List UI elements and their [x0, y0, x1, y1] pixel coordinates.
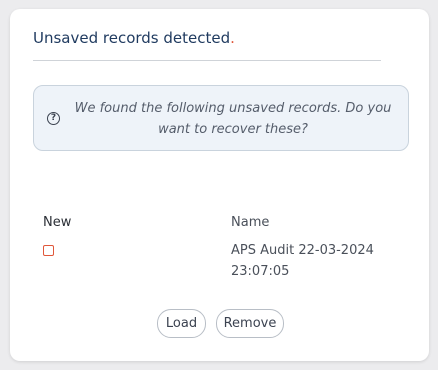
load-button[interactable]: Load [157, 309, 206, 338]
unsaved-records-dialog: Unsaved records detected. ? We found the… [10, 9, 429, 361]
record-name: APS Audit 22-03-2024 23:07:05 [231, 243, 374, 279]
record-select-checkbox[interactable] [43, 245, 54, 256]
dialog-title: Unsaved records detected. [33, 29, 235, 47]
column-header-name: Name [231, 215, 270, 230]
dialog-title-text: Unsaved records detected [33, 29, 231, 47]
info-message-box: ? We found the following unsaved records… [33, 85, 409, 151]
info-message-text: We found the following unsaved records. … [74, 101, 392, 137]
column-header-new: New [43, 215, 72, 230]
question-circle-icon: ? [47, 112, 60, 125]
title-accent-dot: . [230, 29, 235, 47]
remove-button[interactable]: Remove [216, 309, 284, 338]
title-divider [33, 60, 381, 61]
